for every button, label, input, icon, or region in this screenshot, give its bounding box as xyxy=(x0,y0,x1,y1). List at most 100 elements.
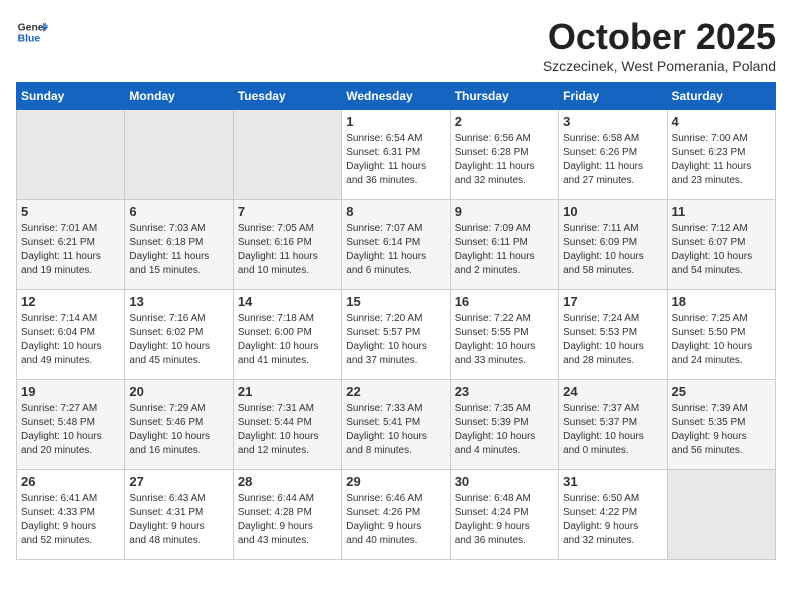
calendar-week-4: 19 Sunrise: 7:27 AM Sunset: 5:48 PM Dayli… xyxy=(17,380,776,470)
day-info: Sunrise: 7:25 AM Sunset: 5:50 PM Dayligh… xyxy=(672,312,771,368)
weekday-header-friday: Friday xyxy=(559,83,667,110)
day-number: 6 xyxy=(129,204,228,219)
calendar-cell: 15 Sunrise: 7:20 AM Sunset: 5:57 PM Dayli… xyxy=(342,290,450,380)
day-info: Sunrise: 7:24 AM Sunset: 5:53 PM Dayligh… xyxy=(563,312,662,368)
day-number: 2 xyxy=(455,114,554,129)
calendar-cell: 19 Sunrise: 7:27 AM Sunset: 5:48 PM Dayli… xyxy=(17,380,125,470)
day-number: 9 xyxy=(455,204,554,219)
day-info: Sunrise: 7:16 AM Sunset: 6:02 PM Dayligh… xyxy=(129,312,228,368)
svg-text:Blue: Blue xyxy=(18,34,41,45)
calendar-cell xyxy=(667,470,775,560)
day-number: 27 xyxy=(129,474,228,489)
title-block: October 2025 Szczecinek, West Pomerania,… xyxy=(543,16,776,74)
day-number: 16 xyxy=(455,294,554,309)
calendar-cell: 18Sunrise: 7:25 AM Sunset: 5:50 PM Dayli… xyxy=(667,290,775,380)
weekday-header-sunday: Sunday xyxy=(17,83,125,110)
day-number: 12 xyxy=(21,294,120,309)
calendar-cell: 13 Sunrise: 7:16 AM Sunset: 6:02 PM Dayli… xyxy=(125,290,233,380)
day-info: Sunrise: 7:00 AM Sunset: 6:23 PM Dayligh… xyxy=(672,132,771,188)
day-number: 7 xyxy=(238,204,337,219)
weekday-header-tuesday: Tuesday xyxy=(233,83,341,110)
day-info: Sunrise: 7:01 AM Sunset: 6:21 PM Dayligh… xyxy=(21,222,120,278)
day-number: 8 xyxy=(346,204,445,219)
calendar-week-3: 12 Sunrise: 7:14 AM Sunset: 6:04 PM Dayli… xyxy=(17,290,776,380)
calendar-cell: 20 Sunrise: 7:29 AM Sunset: 5:46 PM Dayli… xyxy=(125,380,233,470)
day-info: Sunrise: 7:03 AM Sunset: 6:18 PM Dayligh… xyxy=(129,222,228,278)
day-info: Sunrise: 7:11 AM Sunset: 6:09 PM Dayligh… xyxy=(563,222,662,278)
weekday-header-saturday: Saturday xyxy=(667,83,775,110)
day-info: Sunrise: 6:48 AM Sunset: 4:24 PM Dayligh… xyxy=(455,492,554,548)
calendar-week-1: 1Sunrise: 6:54 AM Sunset: 6:31 PM Daylig… xyxy=(17,110,776,200)
calendar-cell: 27Sunrise: 6:43 AM Sunset: 4:31 PM Dayli… xyxy=(125,470,233,560)
calendar-cell: 5Sunrise: 7:01 AM Sunset: 6:21 PM Daylig… xyxy=(17,200,125,290)
weekday-header-monday: Monday xyxy=(125,83,233,110)
day-number: 31 xyxy=(563,474,662,489)
day-number: 4 xyxy=(672,114,771,129)
calendar-cell: 2 Sunrise: 6:56 AM Sunset: 6:28 PM Daylig… xyxy=(450,110,558,200)
day-number: 21 xyxy=(238,384,337,399)
calendar-cell: 29 Sunrise: 6:46 AM Sunset: 4:26 PM Dayli… xyxy=(342,470,450,560)
day-number: 29 xyxy=(346,474,445,489)
day-number: 25 xyxy=(672,384,771,399)
weekday-header-row: SundayMondayTuesdayWednesdayThursdayFrid… xyxy=(17,83,776,110)
day-info: Sunrise: 6:44 AM Sunset: 4:28 PM Dayligh… xyxy=(238,492,337,548)
calendar-cell: 31 Sunrise: 6:50 AM Sunset: 4:22 PM Dayli… xyxy=(559,470,667,560)
calendar-cell: 23 Sunrise: 7:35 AM Sunset: 5:39 PM Dayli… xyxy=(450,380,558,470)
logo-icon: General Blue xyxy=(16,16,48,48)
day-info: Sunrise: 7:18 AM Sunset: 6:00 PM Dayligh… xyxy=(238,312,337,368)
day-info: Sunrise: 6:41 AM Sunset: 4:33 PM Dayligh… xyxy=(21,492,120,548)
calendar-cell: 14 Sunrise: 7:18 AM Sunset: 6:00 PM Dayli… xyxy=(233,290,341,380)
day-number: 23 xyxy=(455,384,554,399)
day-number: 20 xyxy=(129,384,228,399)
day-info: Sunrise: 7:33 AM Sunset: 5:41 PM Dayligh… xyxy=(346,402,445,458)
calendar-cell: 10Sunrise: 7:11 AM Sunset: 6:09 PM Dayli… xyxy=(559,200,667,290)
day-number: 11 xyxy=(672,204,771,219)
day-info: Sunrise: 7:35 AM Sunset: 5:39 PM Dayligh… xyxy=(455,402,554,458)
calendar-cell: 22 Sunrise: 7:33 AM Sunset: 5:41 PM Dayli… xyxy=(342,380,450,470)
calendar-cell xyxy=(17,110,125,200)
calendar-cell: 24Sunrise: 7:37 AM Sunset: 5:37 PM Dayli… xyxy=(559,380,667,470)
day-info: Sunrise: 6:46 AM Sunset: 4:26 PM Dayligh… xyxy=(346,492,445,548)
calendar-cell: 8Sunrise: 7:07 AM Sunset: 6:14 PM Daylig… xyxy=(342,200,450,290)
day-number: 19 xyxy=(21,384,120,399)
calendar-cell: 11 Sunrise: 7:12 AM Sunset: 6:07 PM Dayli… xyxy=(667,200,775,290)
calendar-cell: 25 Sunrise: 7:39 AM Sunset: 5:35 PM Dayli… xyxy=(667,380,775,470)
calendar-cell: 28 Sunrise: 6:44 AM Sunset: 4:28 PM Dayli… xyxy=(233,470,341,560)
day-number: 1 xyxy=(346,114,445,129)
day-number: 28 xyxy=(238,474,337,489)
day-info: Sunrise: 7:12 AM Sunset: 6:07 PM Dayligh… xyxy=(672,222,771,278)
calendar-cell: 7Sunrise: 7:05 AM Sunset: 6:16 PM Daylig… xyxy=(233,200,341,290)
day-number: 13 xyxy=(129,294,228,309)
calendar-week-5: 26Sunrise: 6:41 AM Sunset: 4:33 PM Dayli… xyxy=(17,470,776,560)
day-number: 14 xyxy=(238,294,337,309)
calendar-cell: 16Sunrise: 7:22 AM Sunset: 5:55 PM Dayli… xyxy=(450,290,558,380)
calendar-cell: 3Sunrise: 6:58 AM Sunset: 6:26 PM Daylig… xyxy=(559,110,667,200)
calendar-cell xyxy=(125,110,233,200)
day-info: Sunrise: 7:39 AM Sunset: 5:35 PM Dayligh… xyxy=(672,402,771,458)
calendar-cell: 9 Sunrise: 7:09 AM Sunset: 6:11 PM Daylig… xyxy=(450,200,558,290)
month-title: October 2025 xyxy=(543,16,776,58)
day-info: Sunrise: 6:58 AM Sunset: 6:26 PM Dayligh… xyxy=(563,132,662,188)
day-info: Sunrise: 7:31 AM Sunset: 5:44 PM Dayligh… xyxy=(238,402,337,458)
day-number: 17 xyxy=(563,294,662,309)
day-info: Sunrise: 6:56 AM Sunset: 6:28 PM Dayligh… xyxy=(455,132,554,188)
calendar-cell xyxy=(233,110,341,200)
calendar-cell: 1Sunrise: 6:54 AM Sunset: 6:31 PM Daylig… xyxy=(342,110,450,200)
day-info: Sunrise: 7:27 AM Sunset: 5:48 PM Dayligh… xyxy=(21,402,120,458)
calendar-cell: 17 Sunrise: 7:24 AM Sunset: 5:53 PM Dayli… xyxy=(559,290,667,380)
day-number: 22 xyxy=(346,384,445,399)
day-info: Sunrise: 7:37 AM Sunset: 5:37 PM Dayligh… xyxy=(563,402,662,458)
day-info: Sunrise: 6:50 AM Sunset: 4:22 PM Dayligh… xyxy=(563,492,662,548)
calendar-week-2: 5Sunrise: 7:01 AM Sunset: 6:21 PM Daylig… xyxy=(17,200,776,290)
day-info: Sunrise: 7:20 AM Sunset: 5:57 PM Dayligh… xyxy=(346,312,445,368)
weekday-header-wednesday: Wednesday xyxy=(342,83,450,110)
day-info: Sunrise: 7:14 AM Sunset: 6:04 PM Dayligh… xyxy=(21,312,120,368)
calendar-cell: 12 Sunrise: 7:14 AM Sunset: 6:04 PM Dayli… xyxy=(17,290,125,380)
logo: General Blue xyxy=(16,16,48,48)
calendar-cell: 26Sunrise: 6:41 AM Sunset: 4:33 PM Dayli… xyxy=(17,470,125,560)
weekday-header-thursday: Thursday xyxy=(450,83,558,110)
day-number: 15 xyxy=(346,294,445,309)
day-info: Sunrise: 7:09 AM Sunset: 6:11 PM Dayligh… xyxy=(455,222,554,278)
calendar-cell: 21 Sunrise: 7:31 AM Sunset: 5:44 PM Dayli… xyxy=(233,380,341,470)
day-info: Sunrise: 7:29 AM Sunset: 5:46 PM Dayligh… xyxy=(129,402,228,458)
